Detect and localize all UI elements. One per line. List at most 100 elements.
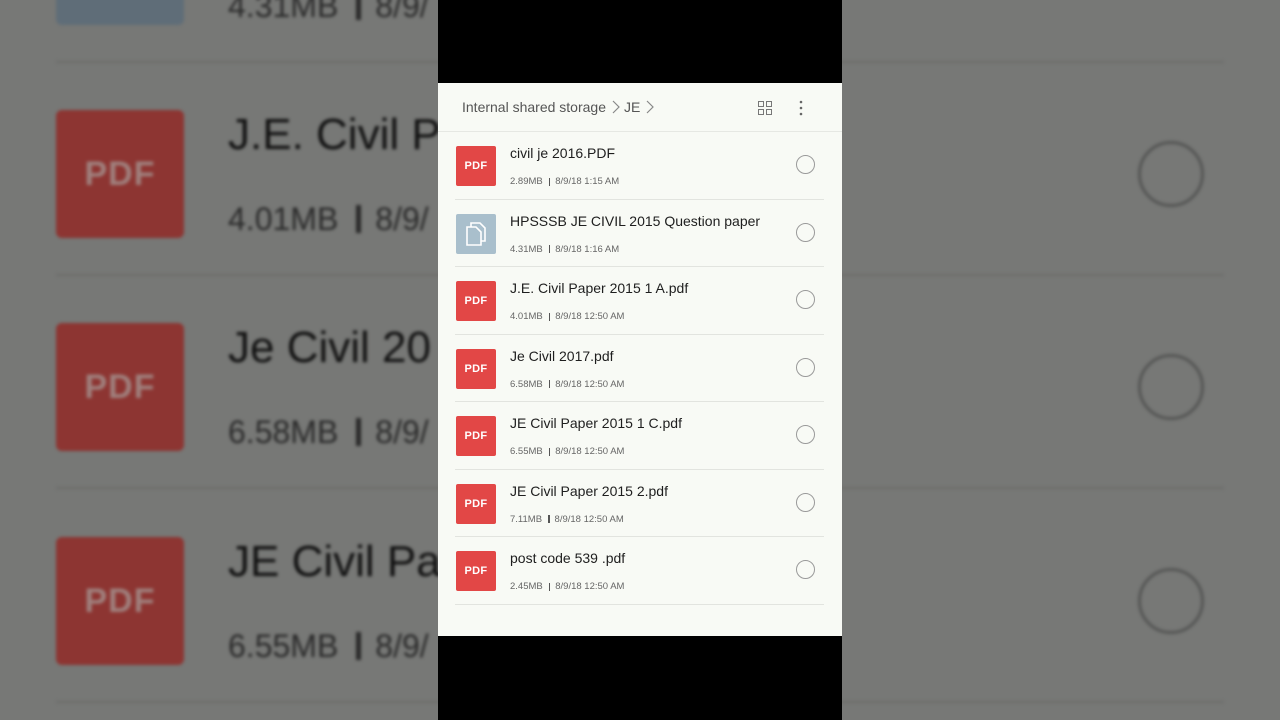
file-meta: 4.31MB 8/9/18 1:16 AM (510, 244, 619, 255)
meta-divider (548, 447, 551, 456)
background-file-name: JE Civil Pa (228, 537, 441, 586)
background-select-radio (1138, 141, 1204, 207)
select-radio[interactable] (796, 560, 815, 579)
file-name: Je Civil 2017.pdf (510, 347, 614, 364)
background-meta-divider (356, 205, 362, 233)
breadcrumb-root[interactable]: Internal shared storage (462, 99, 606, 115)
pdf-file-icon: PDF (456, 146, 496, 186)
background-meta-divider (356, 632, 362, 660)
select-radio[interactable] (796, 222, 815, 242)
file-row[interactable]: PDF post code 539 .pdf 2.45MB 8/9/18 12:50 … (438, 537, 842, 605)
file-size: 6.58MB (510, 378, 543, 390)
background-file-date: 8/9/ (375, 201, 429, 237)
pdf-file-icon: PDF (456, 348, 496, 389)
file-name: post code 539 .pdf (510, 550, 626, 566)
grid-view-icon[interactable] (754, 97, 776, 119)
file-date: 8/9/18 12:50 AM (555, 581, 625, 592)
more-vertical-icon[interactable] (790, 97, 812, 119)
file-date: 8/9/18 12:50 AM (554, 513, 624, 525)
background-file-size: 6.58MB (228, 414, 339, 450)
background-pdf-label: PDF (84, 154, 156, 193)
chevron-right-icon (646, 100, 655, 114)
file-row[interactable]: PDF Je Civil 2017.pdf 6.58MB 8/9/18 12:50 A… (438, 335, 842, 403)
file-name: JE Civil Paper 2015 2.pdf (510, 482, 668, 499)
file-row[interactable]: PDF J.E. Civil Paper 2015 1 A.pdf 4.01MB 8/… (438, 267, 842, 335)
background-file-meta: 4.31MB 8/9/ (228, 0, 429, 25)
background-pdf-icon: PDF (56, 537, 184, 665)
background-file-size: 4.01MB (228, 201, 339, 237)
header-bar: Internal shared storage JE (438, 83, 842, 132)
pdf-icon-label: PDF (464, 497, 488, 510)
pdf-file-icon: PDF (456, 416, 496, 456)
file-row[interactable]: PDF civil je 2016.PDF 2.89MB 8/9/18 1:15 AM (438, 132, 842, 200)
meta-divider (548, 177, 551, 186)
file-meta: 6.58MB 8/9/18 12:50 AM (510, 379, 624, 390)
pdf-file-icon: PDF (456, 281, 496, 321)
meta-divider (548, 582, 551, 591)
chevron-right-icon (612, 100, 620, 114)
background-document-icon (56, 0, 184, 25)
select-radio[interactable] (796, 492, 815, 512)
file-name: JE Civil Paper 2015 1 C.pdf (510, 415, 682, 431)
background-file-meta: 4.01MB 8/9/ (228, 201, 429, 238)
background-meta-divider (356, 0, 362, 20)
select-radio[interactable] (796, 357, 815, 377)
select-radio[interactable] (796, 290, 815, 309)
background-file-date: 8/9/ (375, 414, 429, 450)
background-select-radio (1138, 568, 1204, 634)
breadcrumb: Internal shared storage JE (462, 99, 658, 115)
background-meta-divider (356, 418, 362, 446)
phone-frame: Internal shared storage JE PDF civil je … (438, 0, 842, 720)
pdf-icon-label: PDF (464, 430, 488, 442)
meta-divider (548, 245, 551, 253)
background-file-size: 4.31MB (228, 0, 339, 24)
breadcrumb-current[interactable]: JE (624, 99, 640, 115)
file-size: 6.55MB (510, 446, 543, 457)
pdf-icon-label: PDF (464, 295, 488, 307)
file-meta: 2.45MB 8/9/18 12:50 AM (510, 581, 624, 592)
file-meta: 7.11MB 8/9/18 12:50 AM (510, 514, 624, 525)
file-date: 8/9/18 12:50 AM (555, 378, 625, 390)
pdf-icon-label: PDF (464, 565, 488, 577)
file-meta: 2.89MB 8/9/18 1:15 AM (510, 176, 619, 187)
meta-divider (548, 515, 550, 523)
meta-divider (548, 312, 551, 321)
pdf-file-icon: PDF (456, 483, 496, 524)
file-list: PDF civil je 2016.PDF 2.89MB 8/9/18 1:15 AM… (438, 132, 842, 605)
background-file-name: J.E. Civil Pa (228, 110, 466, 159)
meta-divider (548, 380, 551, 388)
file-date: 8/9/18 12:50 AM (555, 446, 625, 457)
background-pdf-icon: PDF (56, 110, 184, 238)
document-file-icon (456, 213, 496, 254)
file-name: HPSSSB JE CIVIL 2015 Question paper (510, 212, 761, 229)
file-manager-screen: Internal shared storage JE PDF civil je … (438, 83, 842, 636)
file-name: civil je 2016.PDF (510, 145, 616, 161)
select-radio[interactable] (796, 425, 815, 444)
file-row[interactable]: PDF JE Civil Paper 2015 2.pdf 7.11MB 8/9/18… (438, 470, 842, 538)
background-pdf-icon: PDF (56, 323, 184, 451)
background-file-meta: 6.55MB 8/9/ (228, 628, 429, 665)
file-size: 4.01MB (510, 311, 543, 322)
file-meta: 6.55MB 8/9/18 12:50 AM (510, 446, 624, 457)
file-name: J.E. Civil Paper 2015 1 A.pdf (510, 280, 689, 296)
pdf-file-icon: PDF (456, 551, 496, 591)
file-date: 8/9/18 1:16 AM (555, 243, 620, 255)
background-file-size: 6.55MB (228, 628, 339, 664)
background-file-date: 8/9/ (375, 628, 429, 664)
select-radio[interactable] (796, 155, 815, 174)
file-row[interactable]: HPSSSB JE CIVIL 2015 Question paper 4.31M… (438, 200, 842, 268)
file-size: 2.89MB (510, 176, 543, 187)
background-select-radio (1138, 354, 1204, 420)
file-row[interactable]: PDF JE Civil Paper 2015 1 C.pdf 6.55MB 8/9/… (438, 402, 842, 470)
background-pdf-label: PDF (84, 581, 156, 620)
file-date: 8/9/18 12:50 AM (555, 311, 625, 322)
file-size: 2.45MB (510, 581, 543, 592)
background-file-meta: 6.58MB 8/9/ (228, 414, 429, 451)
file-date: 8/9/18 1:15 AM (555, 176, 620, 187)
file-meta: 4.01MB 8/9/18 12:50 AM (510, 311, 624, 322)
pdf-icon-label: PDF (464, 362, 488, 375)
file-size: 7.11MB (510, 513, 543, 525)
background-file-date: 8/9/ (375, 0, 429, 24)
file-size: 4.31MB (510, 243, 543, 255)
background-file-name: Je Civil 20 (228, 323, 431, 372)
